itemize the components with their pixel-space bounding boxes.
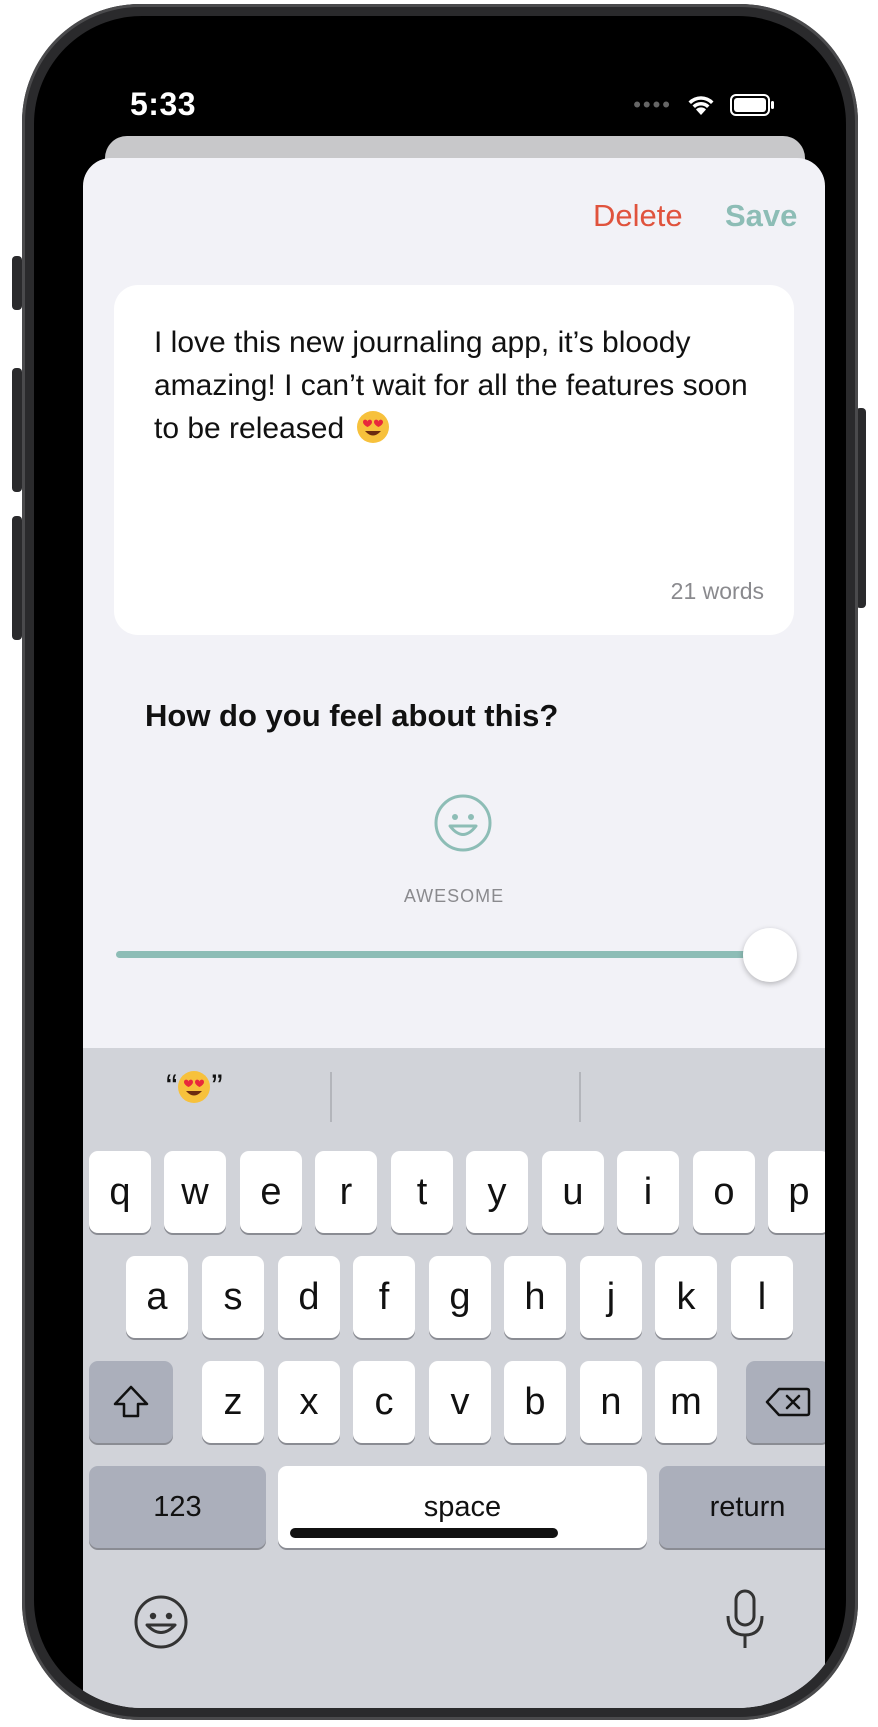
shift-icon (113, 1385, 149, 1418)
backspace-icon (765, 1387, 811, 1417)
key-j[interactable]: j (580, 1256, 642, 1338)
word-count: 21 words (670, 578, 764, 604)
numbers-key[interactable]: 123 (89, 1466, 266, 1548)
key-t[interactable]: t (391, 1151, 453, 1233)
key-m[interactable]: m (655, 1361, 717, 1443)
microphone-icon[interactable] (723, 1588, 767, 1652)
key-a[interactable]: a (126, 1256, 188, 1338)
key-f[interactable]: f (353, 1256, 415, 1338)
delete-button[interactable]: Delete (593, 198, 683, 234)
key-k[interactable]: k (655, 1256, 717, 1338)
battery-icon (730, 94, 774, 116)
suggestion-divider (579, 1072, 581, 1122)
suggestion-open-quote: “ (166, 1068, 178, 1106)
key-l[interactable]: l (731, 1256, 793, 1338)
smile-icon (434, 794, 492, 852)
key-d[interactable]: d (278, 1256, 340, 1338)
entry-text: I love this new journaling app, it’s blo… (154, 326, 748, 445)
mood-question: How do you feel about this? (145, 698, 559, 733)
emoji-keyboard-icon[interactable] (133, 1594, 189, 1650)
key-z[interactable]: z (202, 1361, 264, 1443)
entry-sheet: Delete Save I love this new journaling a… (83, 158, 825, 1708)
key-i[interactable]: i (617, 1151, 679, 1233)
volume-down-button (12, 516, 22, 640)
signal-icon: •••• (633, 92, 672, 117)
phone-frame: 5:33 •••• Delete Save I love this new jo… (22, 4, 858, 1720)
key-g[interactable]: g (429, 1256, 491, 1338)
key-h[interactable]: h (504, 1256, 566, 1338)
shift-key[interactable] (89, 1361, 173, 1443)
status-icons: •••• (633, 92, 776, 118)
key-p[interactable]: p (768, 1151, 825, 1233)
key-u[interactable]: u (542, 1151, 604, 1233)
key-y[interactable]: y (466, 1151, 528, 1233)
heart-eyes-emoji-icon (357, 411, 390, 443)
suggestion-emoji[interactable]: “ ” (166, 1068, 223, 1107)
suggestion-divider (330, 1072, 332, 1122)
entry-text-area[interactable]: I love this new journaling app, it’s blo… (154, 321, 754, 450)
wifi-icon (688, 96, 714, 115)
save-button[interactable]: Save (725, 198, 797, 234)
silent-switch (12, 256, 22, 310)
suggestion-close-quote: ” (211, 1068, 223, 1106)
heart-eyes-emoji-icon (178, 1071, 211, 1103)
return-key[interactable]: return (659, 1466, 825, 1548)
key-o[interactable]: o (693, 1151, 755, 1233)
key-x[interactable]: x (278, 1361, 340, 1443)
key-e[interactable]: e (240, 1151, 302, 1233)
key-w[interactable]: w (164, 1151, 226, 1233)
key-c[interactable]: c (353, 1361, 415, 1443)
suggestion-bar: “ ” (83, 1048, 825, 1140)
mood-slider-track[interactable] (116, 951, 752, 958)
mood-slider-thumb[interactable] (743, 928, 797, 982)
keyboard: “ ” q w e r t y u i o p a s d f g h j k … (83, 1048, 825, 1708)
key-r[interactable]: r (315, 1151, 377, 1233)
status-time: 5:33 (130, 86, 197, 122)
key-b[interactable]: b (504, 1361, 566, 1443)
home-indicator[interactable] (290, 1528, 558, 1538)
volume-up-button (12, 368, 22, 492)
entry-card[interactable]: I love this new journaling app, it’s blo… (114, 285, 794, 635)
screen: 5:33 •••• Delete Save I love this new jo… (34, 16, 846, 1708)
key-v[interactable]: v (429, 1361, 491, 1443)
mood-label: AWESOME (403, 886, 505, 906)
key-n[interactable]: n (580, 1361, 642, 1443)
backspace-key[interactable] (746, 1361, 825, 1443)
key-q[interactable]: q (89, 1151, 151, 1233)
key-s[interactable]: s (202, 1256, 264, 1338)
